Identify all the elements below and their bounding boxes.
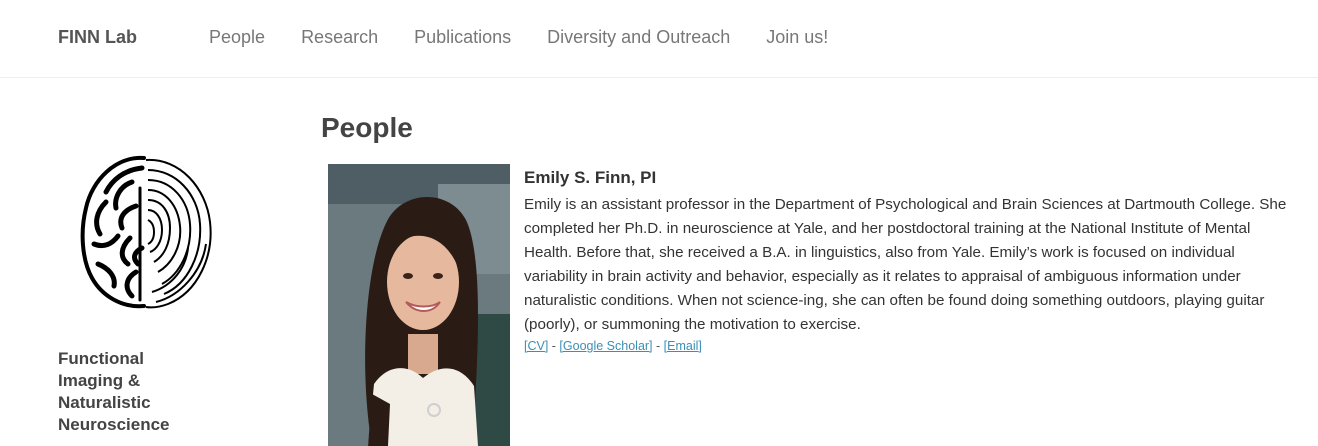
- lab-name-line: Functional: [58, 349, 144, 368]
- person-links: [CV] - [Google Scholar] - [Email]: [524, 339, 1294, 353]
- person-name: Emily S. Finn, PI: [524, 168, 657, 187]
- lab-name-line: Imaging &: [58, 371, 141, 390]
- person-photo: [328, 164, 510, 446]
- lab-full-name: Functional Imaging & Naturalistic Neuros…: [58, 348, 208, 436]
- brand-link[interactable]: FINN Lab: [58, 27, 137, 48]
- person-entry: Emily S. Finn, PI Emily is an assistant …: [524, 167, 1294, 353]
- lab-name-line: Naturalistic: [58, 393, 151, 412]
- portrait-image: [328, 164, 510, 446]
- nav-item-diversity-outreach[interactable]: Diversity and Outreach: [547, 27, 730, 48]
- nav-item-research[interactable]: Research: [301, 27, 378, 48]
- top-navbar: FINN Lab People Research Publications Di…: [0, 0, 1318, 78]
- cv-link[interactable]: [CV]: [524, 339, 548, 353]
- nav-item-people[interactable]: People: [209, 27, 265, 48]
- link-separator: -: [548, 339, 560, 353]
- google-scholar-link[interactable]: [Google Scholar]: [559, 339, 652, 353]
- nav-item-publications[interactable]: Publications: [414, 27, 511, 48]
- lab-name-line: Neuroscience: [58, 415, 170, 434]
- person-bio: Emily is an assistant professor in the D…: [524, 196, 1287, 333]
- email-link[interactable]: [Email]: [664, 339, 702, 353]
- link-separator: -: [652, 339, 664, 353]
- nav-item-join-us[interactable]: Join us!: [766, 27, 828, 48]
- page-title: People: [321, 112, 413, 143]
- brain-fingerprint-logo-icon: [80, 155, 212, 309]
- main-nav: People Research Publications Diversity a…: [209, 27, 864, 48]
